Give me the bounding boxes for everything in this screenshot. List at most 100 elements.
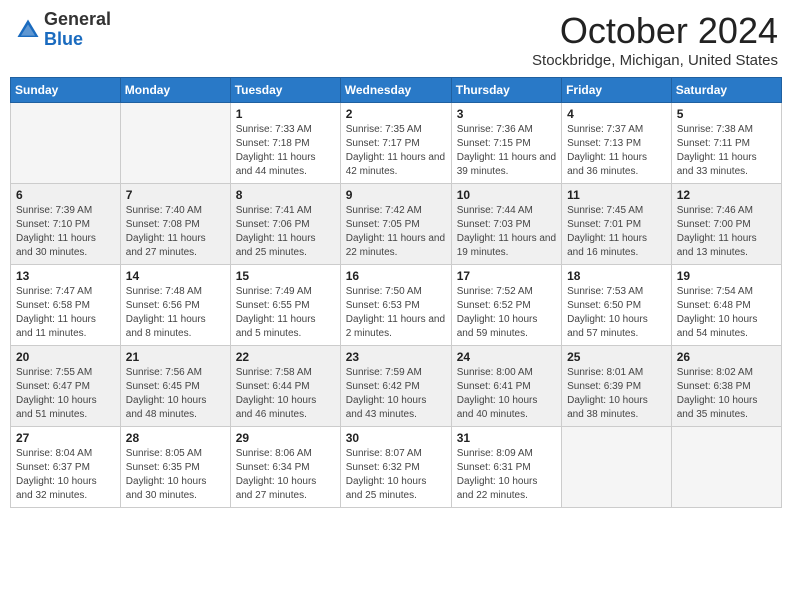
day-number: 27: [16, 431, 115, 445]
day-number: 14: [126, 269, 225, 283]
day-number: 10: [457, 188, 556, 202]
logo: General Blue: [14, 10, 111, 50]
day-number: 25: [567, 350, 666, 364]
logo-general: General: [44, 10, 111, 30]
day-number: 4: [567, 107, 666, 121]
title-block: October 2024 Stockbridge, Michigan, Unit…: [532, 10, 778, 69]
day-number: 3: [457, 107, 556, 121]
day-number: 20: [16, 350, 115, 364]
day-info: Sunrise: 7:50 AMSunset: 6:53 PMDaylight:…: [346, 285, 446, 341]
calendar-cell: 15Sunrise: 7:49 AMSunset: 6:55 PMDayligh…: [230, 265, 340, 346]
day-info: Sunrise: 8:00 AMSunset: 6:41 PMDaylight:…: [457, 366, 556, 422]
day-number: 1: [236, 107, 335, 121]
day-info: Sunrise: 7:56 AMSunset: 6:45 PMDaylight:…: [126, 366, 225, 422]
calendar-cell: [11, 103, 121, 184]
day-info: Sunrise: 8:05 AMSunset: 6:35 PMDaylight:…: [126, 447, 225, 503]
day-info: Sunrise: 7:52 AMSunset: 6:52 PMDaylight:…: [457, 285, 556, 341]
day-info: Sunrise: 7:37 AMSunset: 7:13 PMDaylight:…: [567, 123, 666, 179]
calendar-table: SundayMondayTuesdayWednesdayThursdayFrid…: [10, 77, 782, 508]
weekday-header-friday: Friday: [562, 78, 672, 103]
calendar-cell: 24Sunrise: 8:00 AMSunset: 6:41 PMDayligh…: [451, 346, 561, 427]
day-number: 13: [16, 269, 115, 283]
calendar-cell: 20 Sunrise: 7:55 AMSunset: 6:47 PMDayligh…: [11, 346, 121, 427]
day-info: Sunrise: 7:44 AMSunset: 7:03 PMDaylight:…: [457, 204, 556, 260]
day-number: 28: [126, 431, 225, 445]
calendar-cell: 10 Sunrise: 7:44 AMSunset: 7:03 PMDayligh…: [451, 184, 561, 265]
day-info: Sunrise: 7:41 AMSunset: 7:06 PMDaylight:…: [236, 204, 335, 260]
calendar-cell: 2 Sunrise: 7:35 AMSunset: 7:17 PMDaylight…: [340, 103, 451, 184]
day-number: 19: [677, 269, 776, 283]
calendar-cell: 16 Sunrise: 7:50 AMSunset: 6:53 PMDayligh…: [340, 265, 451, 346]
day-number: 12: [677, 188, 776, 202]
calendar-cell: 21Sunrise: 7:56 AMSunset: 6:45 PMDayligh…: [120, 346, 230, 427]
day-number: 11: [567, 188, 666, 202]
calendar-cell: [120, 103, 230, 184]
month-title: October 2024: [532, 10, 778, 52]
day-info: Sunrise: 7:42 AMSunset: 7:05 PMDaylight:…: [346, 204, 446, 260]
weekday-header-monday: Monday: [120, 78, 230, 103]
day-number: 30: [346, 431, 446, 445]
calendar-cell: 13 Sunrise: 7:47 AMSunset: 6:58 PMDayligh…: [11, 265, 121, 346]
calendar-cell: 25 Sunrise: 8:01 AMSunset: 6:39 PMDayligh…: [562, 346, 672, 427]
day-info: Sunrise: 7:36 AMSunset: 7:15 PMDaylight:…: [457, 123, 556, 179]
day-info: Sunrise: 7:38 AMSunset: 7:11 PMDaylight:…: [677, 123, 776, 179]
weekday-header-wednesday: Wednesday: [340, 78, 451, 103]
day-info: Sunrise: 7:48 AMSunset: 6:56 PMDaylight:…: [126, 285, 225, 341]
day-info: Sunrise: 7:45 AMSunset: 7:01 PMDaylight:…: [567, 204, 666, 260]
calendar-cell: 29Sunrise: 8:06 AMSunset: 6:34 PMDayligh…: [230, 427, 340, 508]
calendar-cell: 26Sunrise: 8:02 AMSunset: 6:38 PMDayligh…: [671, 346, 781, 427]
day-info: Sunrise: 7:54 AMSunset: 6:48 PMDaylight:…: [677, 285, 776, 341]
calendar-cell: 19 Sunrise: 7:54 AMSunset: 6:48 PMDayligh…: [671, 265, 781, 346]
day-info: Sunrise: 7:58 AMSunset: 6:44 PMDaylight:…: [236, 366, 335, 422]
weekday-header-saturday: Saturday: [671, 78, 781, 103]
day-info: Sunrise: 8:04 AMSunset: 6:37 PMDaylight:…: [16, 447, 115, 503]
day-number: 16: [346, 269, 446, 283]
calendar-week-row: 27 Sunrise: 8:04 AMSunset: 6:37 PMDayligh…: [11, 427, 782, 508]
day-info: Sunrise: 7:40 AMSunset: 7:08 PMDaylight:…: [126, 204, 225, 260]
calendar-cell: 31Sunrise: 8:09 AMSunset: 6:31 PMDayligh…: [451, 427, 561, 508]
day-number: 2: [346, 107, 446, 121]
logo-icon: [14, 16, 42, 44]
calendar-cell: 9 Sunrise: 7:42 AMSunset: 7:05 PMDaylight…: [340, 184, 451, 265]
day-info: Sunrise: 8:06 AMSunset: 6:34 PMDaylight:…: [236, 447, 335, 503]
calendar-cell: 5 Sunrise: 7:38 AMSunset: 7:11 PMDaylight…: [671, 103, 781, 184]
calendar-cell: 27 Sunrise: 8:04 AMSunset: 6:37 PMDayligh…: [11, 427, 121, 508]
day-number: 22: [236, 350, 335, 364]
calendar-cell: 12 Sunrise: 7:46 AMSunset: 7:00 PMDayligh…: [671, 184, 781, 265]
calendar-cell: 3 Sunrise: 7:36 AMSunset: 7:15 PMDaylight…: [451, 103, 561, 184]
day-number: 15: [236, 269, 335, 283]
calendar-cell: 30Sunrise: 8:07 AMSunset: 6:32 PMDayligh…: [340, 427, 451, 508]
day-number: 31: [457, 431, 556, 445]
day-number: 6: [16, 188, 115, 202]
day-number: 9: [346, 188, 446, 202]
day-info: Sunrise: 7:35 AMSunset: 7:17 PMDaylight:…: [346, 123, 446, 179]
calendar-cell: 14 Sunrise: 7:48 AMSunset: 6:56 PMDayligh…: [120, 265, 230, 346]
calendar-cell: 23Sunrise: 7:59 AMSunset: 6:42 PMDayligh…: [340, 346, 451, 427]
day-number: 5: [677, 107, 776, 121]
day-info: Sunrise: 7:53 AMSunset: 6:50 PMDaylight:…: [567, 285, 666, 341]
calendar-cell: 11 Sunrise: 7:45 AMSunset: 7:01 PMDayligh…: [562, 184, 672, 265]
day-info: Sunrise: 8:01 AMSunset: 6:39 PMDaylight:…: [567, 366, 666, 422]
calendar-cell: 1 Sunrise: 7:33 AMSunset: 7:18 PMDaylight…: [230, 103, 340, 184]
page-header: General Blue October 2024 Stockbridge, M…: [10, 10, 782, 69]
calendar-cell: 18Sunrise: 7:53 AMSunset: 6:50 PMDayligh…: [562, 265, 672, 346]
day-info: Sunrise: 7:39 AMSunset: 7:10 PMDaylight:…: [16, 204, 115, 260]
calendar-cell: [562, 427, 672, 508]
location: Stockbridge, Michigan, United States: [532, 52, 778, 69]
weekday-header-tuesday: Tuesday: [230, 78, 340, 103]
calendar-cell: 22 Sunrise: 7:58 AMSunset: 6:44 PMDayligh…: [230, 346, 340, 427]
calendar-week-row: 1 Sunrise: 7:33 AMSunset: 7:18 PMDaylight…: [11, 103, 782, 184]
day-info: Sunrise: 7:47 AMSunset: 6:58 PMDaylight:…: [16, 285, 115, 341]
weekday-header-sunday: Sunday: [11, 78, 121, 103]
calendar-cell: 28 Sunrise: 8:05 AMSunset: 6:35 PMDayligh…: [120, 427, 230, 508]
day-info: Sunrise: 7:46 AMSunset: 7:00 PMDaylight:…: [677, 204, 776, 260]
day-number: 8: [236, 188, 335, 202]
calendar-cell: 17Sunrise: 7:52 AMSunset: 6:52 PMDayligh…: [451, 265, 561, 346]
day-info: Sunrise: 7:33 AMSunset: 7:18 PMDaylight:…: [236, 123, 335, 179]
weekday-header-thursday: Thursday: [451, 78, 561, 103]
calendar-week-row: 20 Sunrise: 7:55 AMSunset: 6:47 PMDayligh…: [11, 346, 782, 427]
day-number: 26: [677, 350, 776, 364]
logo-blue: Blue: [44, 30, 111, 50]
day-info: Sunrise: 7:55 AMSunset: 6:47 PMDaylight:…: [16, 366, 115, 422]
calendar-cell: 8 Sunrise: 7:41 AMSunset: 7:06 PMDaylight…: [230, 184, 340, 265]
